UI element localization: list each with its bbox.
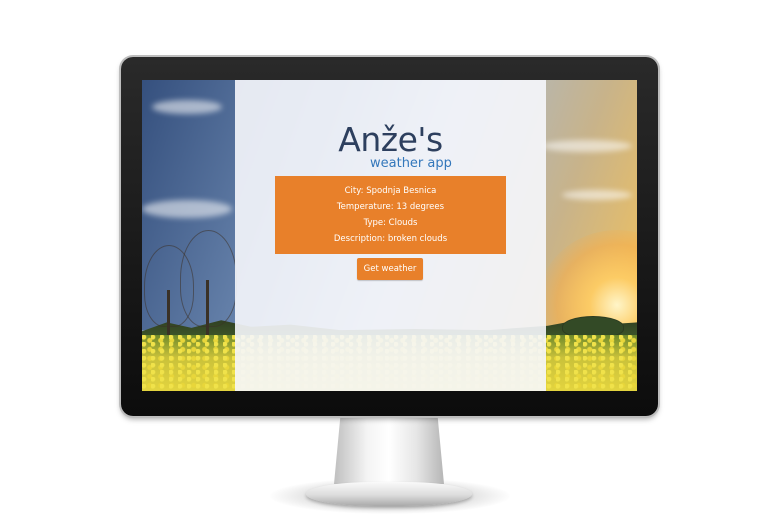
tree-trunk [167,290,170,340]
app-panel: Anže's weather app City: Spodnja Besnica… [235,80,546,391]
cloud [542,140,632,152]
weather-info-box: City: Spodnja Besnica Temperature: 13 de… [275,176,506,254]
monitor-stand-base [306,482,472,506]
monitor-stand-neck [334,414,444,484]
monitor-screen: Anže's weather app City: Spodnja Besnica… [142,80,637,391]
tree-trunk [206,280,209,340]
city-line: City: Spodnja Besnica [344,186,437,196]
cloud [152,100,222,114]
app-title: Anže's [338,120,443,159]
temperature-line: Temperature: 13 degrees [336,202,445,212]
type-line: Type: Clouds [363,218,418,228]
get-weather-button[interactable]: Get weather [357,258,423,280]
description-line: Description: broken clouds [333,234,448,244]
brand: Anže's weather app [235,120,546,172]
cloud [562,190,632,200]
app-subtitle: weather app [370,156,452,171]
cloud [142,200,232,218]
